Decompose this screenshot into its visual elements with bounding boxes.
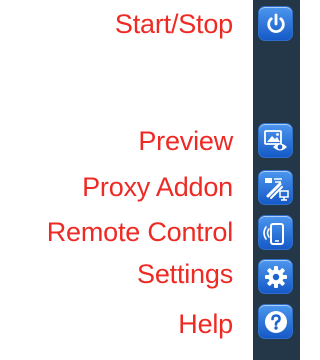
- preview-label: Preview: [138, 126, 233, 156]
- gear-icon: [263, 264, 289, 290]
- proxy-addon-button[interactable]: [258, 170, 293, 205]
- help-label: Help: [178, 309, 233, 339]
- power-icon: [264, 12, 288, 36]
- proxy-addon-icon: [262, 174, 290, 202]
- remote-control-label: Remote Control: [46, 217, 233, 247]
- settings-label: Settings: [137, 259, 233, 289]
- remote-control-button[interactable]: [258, 215, 293, 250]
- proxy-addon-label: Proxy Addon: [82, 172, 233, 202]
- phone-remote-icon: [262, 219, 290, 247]
- settings-button[interactable]: [258, 259, 293, 294]
- start-stop-button[interactable]: [258, 6, 293, 41]
- help-button[interactable]: [258, 304, 293, 339]
- preview-button[interactable]: [258, 123, 293, 158]
- sidebar: [253, 0, 300, 360]
- preview-eye-icon: [262, 127, 290, 155]
- start-stop-label: Start/Stop: [114, 9, 233, 39]
- question-icon: [263, 309, 289, 335]
